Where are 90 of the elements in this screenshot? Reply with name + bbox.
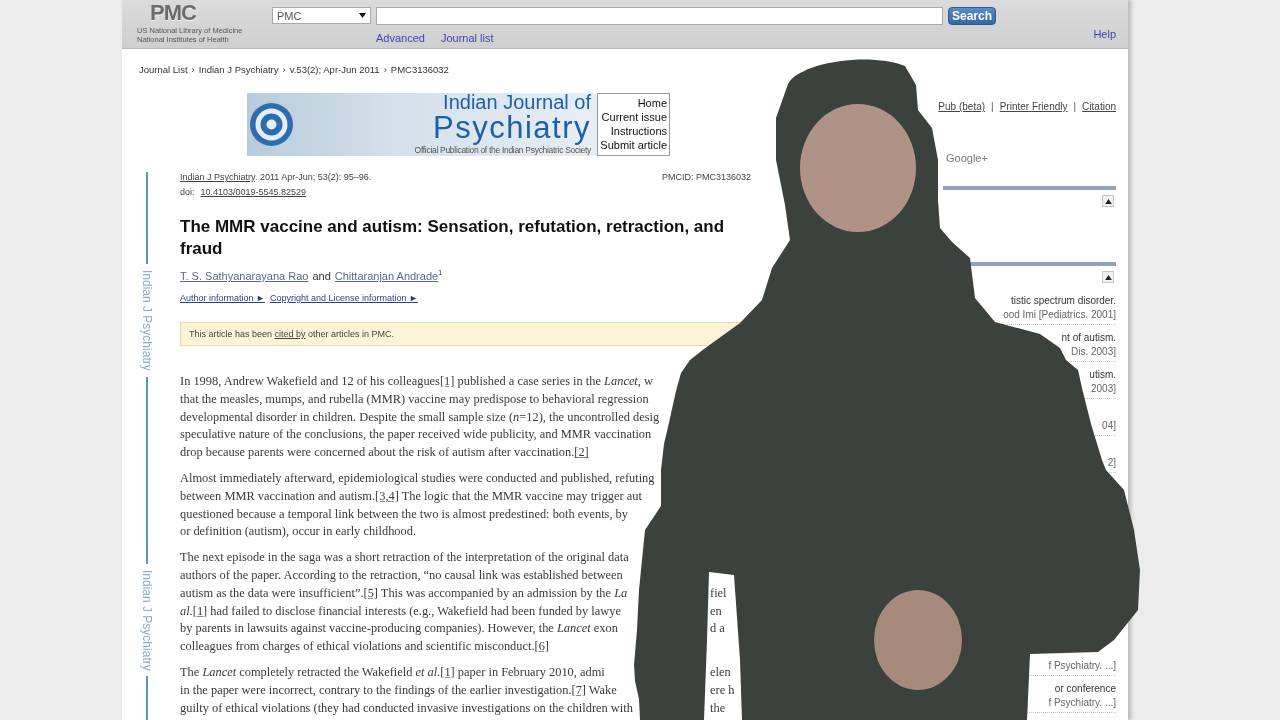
article-title: The MMR vaccine and autism: Sensation, refutation, retraction, and fraud — [180, 216, 726, 260]
reference-link[interactable]: [7] — [571, 682, 586, 697]
search-field[interactable] — [376, 7, 943, 25]
article-text-line: The Lancet completely retracted the Wakefield et al.[1] paper in February 2010, admi — [180, 663, 605, 681]
database-select[interactable]: PMC — [272, 7, 371, 24]
article-text-line: The next episode in the saga was a short retraction of the interpretation of the original data — [180, 549, 629, 567]
article-text-line: colleagues from charges of ethical violations and scientific misconduct.[6] — [180, 638, 549, 656]
search-button[interactable]: Search — [948, 7, 996, 25]
cited-article-title[interactable]: nt of autism. — [1061, 331, 1116, 345]
breadcrumb-link[interactable]: Indian J Psychiatry — [198, 64, 279, 75]
journal-menu-link[interactable]: Submit article — [600, 138, 667, 152]
cited-article-source: ood Imi [Pediatrics. 2001] — [1003, 307, 1116, 321]
article-tool-link[interactable]: Citation — [1082, 100, 1116, 114]
reference-link[interactable]: [1] — [192, 603, 208, 618]
journal-side-label: Indian J Psychiatry — [140, 270, 154, 371]
emblem-icon — [250, 103, 293, 146]
collapse-button[interactable] — [1102, 271, 1114, 283]
cited-by-link[interactable]: cited by — [274, 329, 306, 339]
cited-article-source: 2] — [1107, 455, 1116, 469]
article-text-line: autism as the data were insufficient”.[5] This was accompanied by an admission by the La — [180, 584, 628, 602]
article-text-line: Almost immediately afterward, epidemiological studies were conducted and published, refuting — [180, 470, 655, 487]
caret-icon — [359, 13, 366, 18]
triangle-up-icon — [1104, 274, 1112, 280]
reference-link[interactable]: [2] — [574, 445, 589, 460]
article-text-fragment: d a — [710, 620, 725, 638]
author-line: T. S. Sathyanarayana Rao and Chittaranjan Andrade$^{1}$ — [180, 269, 444, 283]
cited-article-title[interactable]: or conference — [1054, 682, 1116, 696]
breadcrumb-separator: › — [191, 64, 195, 75]
article-text-line: developmental disorder in children. Despite the small sample size (n=12), the uncontrolled desig — [180, 408, 660, 426]
article-text-line: drop because parents were concerned about the risk of autism after vaccination.[2] — [180, 444, 589, 462]
article-text-line: in the paper were incorrect, contrary to the findings of the earlier investigation.[7] Wake — [180, 681, 617, 699]
breadcrumb-separator: › — [282, 64, 286, 75]
breadcrumb-separator: › — [383, 64, 387, 75]
help-link[interactable]: Help — [1093, 28, 1116, 41]
article-text-line: authors of the paper. According to the retraction, “no causal link was established between — [180, 566, 623, 584]
breadcrumb-link[interactable]: Journal List — [139, 64, 188, 75]
journal-link[interactable]: Indian J Psychiatry — [180, 172, 255, 182]
cited-article-source: f Psychiatry. ...] — [1048, 695, 1116, 709]
reference-link[interactable]: [6] — [534, 639, 549, 654]
doi-link[interactable]: 10.4103/0019-5545.82529 — [200, 187, 307, 197]
cited-article-source: 04] — [1102, 418, 1116, 432]
article-text-fragment: fiel — [710, 584, 727, 602]
citation-line: Indian J Psychiatry. 2011 Apr-Jun; 53(2): 95–96. — [180, 171, 372, 184]
article-text-line: by parents in lawsuits against vaccine-producing companies). However, the Lancet exon — [180, 620, 618, 638]
triangle-up-icon — [1104, 198, 1112, 204]
article-text-line: between MMR vaccination and autism.[3,4] The logic that the MMR vaccine may trigger aut — [180, 487, 642, 505]
author-link[interactable]: T. S. Sathyanarayana Rao — [180, 270, 309, 282]
breadcrumb-current: PMC3136032 — [390, 64, 449, 75]
article-tool-link[interactable]: Printer Friendly — [999, 100, 1068, 114]
cited-article-title[interactable]: tistic spectrum disorder. — [1010, 294, 1116, 308]
article-text-line: questioned because a temporal link between the two is almost predestined: both events, by — [180, 505, 628, 523]
reference-link[interactable]: [1] — [439, 374, 455, 388]
header-link[interactable]: Journal list — [440, 32, 494, 45]
cited-article-source: f Psychiatry. ...] — [1048, 658, 1116, 672]
reference-link[interactable]: [3,4] — [375, 488, 399, 503]
reference-link[interactable]: [5] — [363, 585, 378, 600]
article-text-fragment: elen — [710, 663, 731, 681]
info-link[interactable]: Author information ► — [180, 293, 265, 304]
collapse-button[interactable] — [1102, 195, 1114, 207]
journal-tagline: Official Publication of the Indian Psychiatric Society — [414, 145, 591, 156]
cited-article-source: Dis. 2003] — [1070, 344, 1116, 358]
link-separator: | — [1073, 100, 1077, 114]
article-text-line: that the measles, mumps, and rubella (MMR) vaccine may predispose to behavioral regression — [180, 390, 649, 408]
article-text-line: In 1998, Andrew Wakefield and 12 of his colleagues[1] published a case series in the Lancet, w — [180, 373, 653, 390]
journal-menu-link[interactable]: Current issue — [601, 110, 667, 124]
article-text-fragment: ere h — [710, 681, 735, 699]
breadcrumb-link[interactable]: v.53(2); Apr-Jun 2011 — [289, 64, 380, 75]
article-text-line: al.[1] had failed to disclose financial interests (e.g., Wakefield had been funded by lawye — [180, 602, 621, 620]
share-link[interactable]: Google+ — [946, 151, 988, 165]
header-link[interactable]: Advanced — [376, 32, 425, 45]
pmc-logo[interactable]: PMC — [150, 2, 196, 24]
article-text-fragment: the — [710, 699, 726, 717]
article-text-fragment: en — [710, 602, 722, 620]
article-text-line: guilty of ethical violations (they had conducted invasive investigations on the children with — [180, 699, 633, 717]
journal-name-top: Indian Journal of — [443, 93, 591, 112]
notice-text: This article has been cited by other articles in PMC. — [189, 329, 395, 339]
cited-article-title[interactable]: utism. — [1089, 368, 1116, 382]
journal-side-label: Indian J Psychiatry — [140, 569, 154, 671]
doi-line: doi: 10.4103/0019-5545.82529 — [180, 186, 308, 199]
link-separator: | — [991, 100, 994, 114]
article-text-line: speculative nature of the conclusions, the paper received wide publicity, and MMR vaccination — [180, 426, 652, 444]
info-link[interactable]: Copyright and License information ► — [269, 293, 418, 304]
article-text-line: or definition (autism), occur in early childhood. — [180, 523, 417, 541]
pmcid-label: PMCID: PMC3136032 — [661, 171, 751, 184]
cited-article-source: 2003] — [1090, 381, 1116, 395]
article-tool-link[interactable]: Pub (beta) — [938, 100, 986, 114]
journal-menu-link[interactable]: Instructions — [610, 124, 667, 138]
author-link[interactable]: Chittaranjan Andrade — [334, 270, 439, 282]
reference-link[interactable]: [1] — [440, 664, 455, 679]
journal-menu-link[interactable]: Home — [637, 96, 667, 110]
